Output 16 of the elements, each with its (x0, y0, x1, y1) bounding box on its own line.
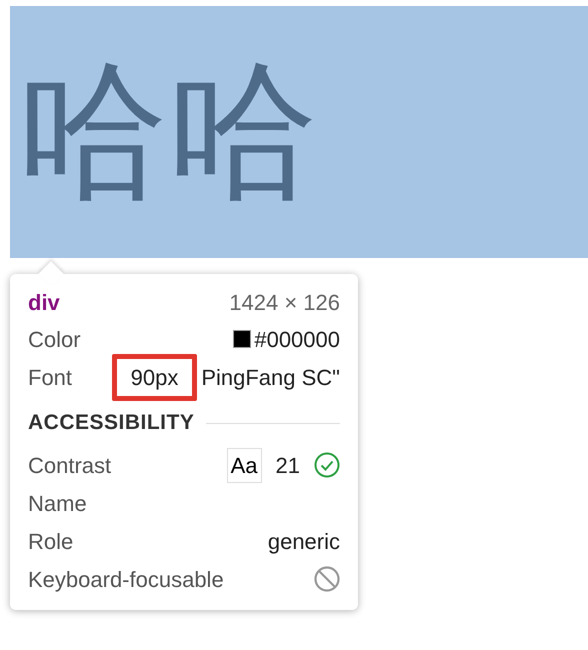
property-label: Name (28, 490, 87, 518)
contrast-ratio: 21 (276, 452, 300, 480)
property-label: Keyboard-focusable (28, 566, 224, 594)
property-label: Role (28, 528, 74, 556)
font-size-value: 90px (112, 354, 198, 400)
property-value: generic (268, 528, 340, 556)
property-label: Contrast (28, 452, 112, 480)
element-tag: div (28, 286, 60, 318)
chinese-text: 哈哈 (18, 57, 318, 207)
element-size: 1424 × 126 (229, 288, 340, 316)
property-label: Font (28, 364, 72, 392)
contrast-sample: Aa (226, 448, 262, 482)
font-family-value: PingFang SC" (201, 364, 340, 392)
property-value: #000000 (254, 326, 340, 354)
property-label: Color (28, 326, 81, 354)
section-heading: ACCESSIBILITY (28, 410, 194, 436)
